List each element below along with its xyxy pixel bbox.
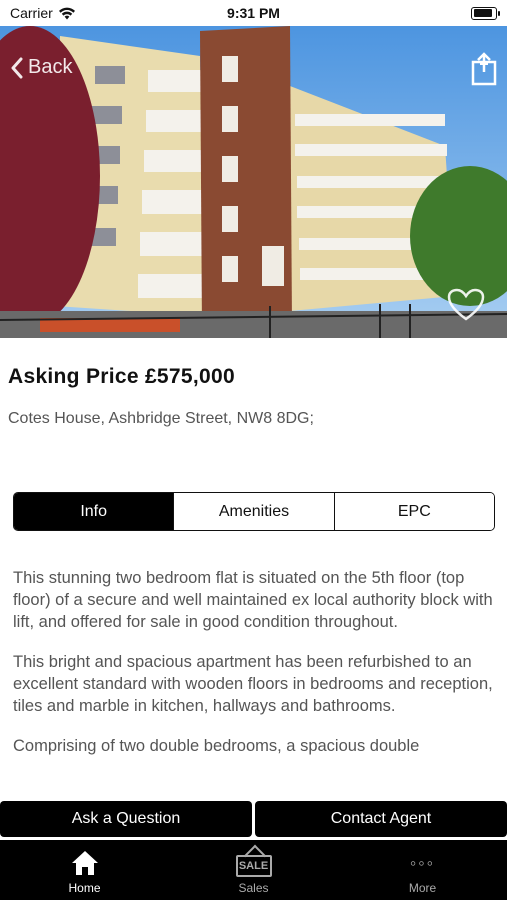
more-icon-wrap: ◦◦◦ xyxy=(410,847,435,879)
sale-sign-text: SALE xyxy=(238,860,269,872)
building-illustration xyxy=(0,26,507,338)
nav-sales-label: Sales xyxy=(238,881,269,895)
description-paragraph: This stunning two bedroom flat is situat… xyxy=(13,569,493,631)
status-time: 9:31 PM xyxy=(227,5,280,21)
carrier-label: Carrier xyxy=(10,5,53,21)
nav-more[interactable]: ◦◦◦ More xyxy=(338,840,507,900)
home-icon xyxy=(71,851,98,875)
description-paragraph: This bright and spacious apartment has b… xyxy=(13,653,493,715)
property-photo[interactable]: Back xyxy=(0,26,507,338)
battery-level xyxy=(473,9,492,17)
favorite-button[interactable] xyxy=(447,288,485,322)
nav-home-label: Home xyxy=(68,881,101,895)
info-tabs: Info Amenities EPC xyxy=(13,492,495,531)
tab-epc[interactable]: EPC xyxy=(333,493,494,530)
wifi-icon xyxy=(58,7,75,19)
status-bar: Carrier 9:31 PM xyxy=(0,0,507,26)
property-description[interactable]: This stunning two bedroom flat is situat… xyxy=(13,567,495,799)
action-bar: Ask a Question Contact Agent xyxy=(0,801,507,837)
bottom-nav: Home SALE Sales ◦◦◦ More xyxy=(0,840,507,900)
more-dots-icon: ◦◦◦ xyxy=(409,853,436,873)
ask-question-button[interactable]: Ask a Question xyxy=(0,801,252,837)
share-icon xyxy=(471,52,497,86)
sale-sign-icon: SALE xyxy=(235,855,272,877)
tab-amenities[interactable]: Amenities xyxy=(173,493,334,530)
description-paragraph: Comprising of two double bedrooms, a spa… xyxy=(13,737,420,755)
sale-icon-wrap: SALE xyxy=(235,847,272,879)
share-button[interactable] xyxy=(471,52,497,86)
chevron-left-icon xyxy=(11,57,23,78)
nav-sales[interactable]: SALE Sales xyxy=(169,840,338,900)
property-address: Cotes House, Ashbridge Street, NW8 8DG; xyxy=(8,410,314,427)
battery-icon xyxy=(471,6,500,20)
back-button[interactable]: Back xyxy=(10,56,72,79)
status-left: Carrier xyxy=(10,5,76,21)
asking-price: Asking Price £575,000 xyxy=(8,365,235,388)
home-icon-wrap xyxy=(70,847,100,879)
heart-icon xyxy=(447,288,485,321)
contact-agent-button[interactable]: Contact Agent xyxy=(255,801,507,837)
back-label: Back xyxy=(28,56,73,78)
tab-info[interactable]: Info xyxy=(14,493,174,530)
nav-more-label: More xyxy=(408,881,437,895)
nav-home[interactable]: Home xyxy=(0,840,169,900)
